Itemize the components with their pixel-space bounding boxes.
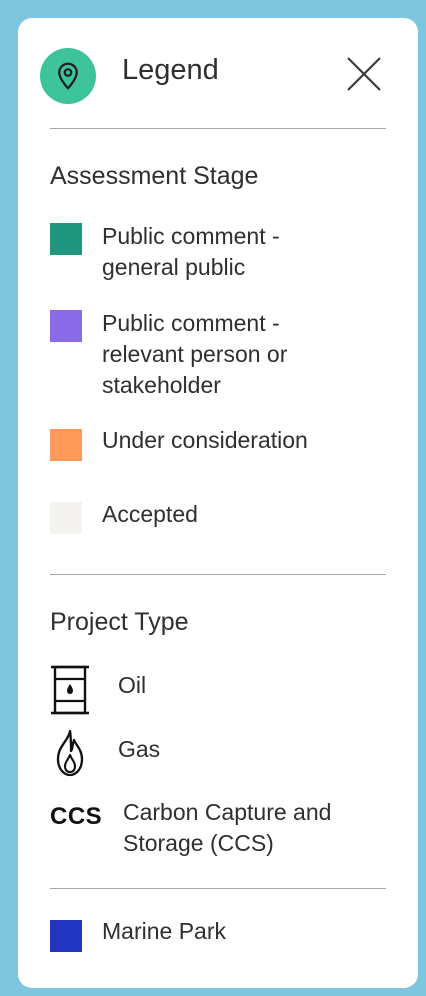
swatch-under-consideration [50,429,82,461]
legend-item-ccs: Carbon Capture and Storage (CCS) [123,799,332,856]
swatch-public-comment-relevant [50,310,82,342]
legend-panel: Legend Assessment Stage Public comment -… [18,18,418,988]
swatch-marine-park [50,920,82,952]
close-icon[interactable] [344,54,384,94]
legend-item-public-comment-general: Public comment - general public [102,223,280,280]
legend-item-marine-park: Marine Park [102,918,226,944]
oil-barrel-icon [50,664,90,721]
legend-item-oil: Oil [118,672,147,698]
divider [50,888,386,889]
swatch-accepted [50,502,82,534]
assessment-stage-title: Assessment Stage [50,162,259,190]
map-pin-icon [40,48,96,104]
legend-header: Legend [18,18,418,128]
legend-item-gas: Gas [118,736,161,762]
divider [50,574,386,575]
legend-item-public-comment-relevant: Public comment - relevant person or stak… [102,310,288,398]
project-type-title: Project Type [50,608,189,636]
ccs-icon: CCS [50,803,103,830]
legend-item-under-consideration: Under consideration [102,427,308,453]
divider [50,128,386,129]
legend-title: Legend [122,54,219,86]
gas-flame-icon [50,728,90,783]
legend-item-accepted: Accepted [102,501,198,527]
swatch-public-comment-general [50,223,82,255]
